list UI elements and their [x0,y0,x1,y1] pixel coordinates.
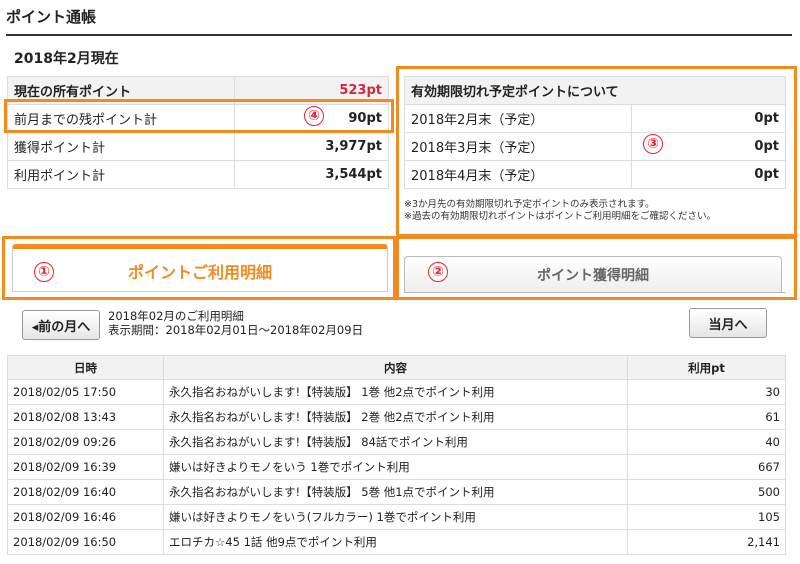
highlight-box-4 [4,99,394,133]
page-title: ポイント通帳 [6,8,97,26]
table-row: 2018/02/05 17:50 永久指名おねがいします!【特装版】 1巻 他2… [7,379,786,405]
row-content: 嫌いは好きよりモノをいう(フルカラー) 1巻でポイント利用 [163,504,628,530]
row-content: 永久指名おねがいします!【特装版】 2巻 他2点でポイント利用 [163,404,628,430]
annotation-badge-1: ① [34,262,54,282]
annotation-badge-2: ② [428,262,448,282]
column-header-date: 日時 [7,355,164,380]
summary-row-used: 利用ポイント計 3,544pt [7,160,389,189]
table-row: 2018/02/09 09:26 永久指名おねがいします!【特装版】 84話でポ… [7,429,786,455]
title-divider [6,34,792,36]
tab-label: ポイントご利用明細 [127,263,272,282]
row-points: 40 [627,429,786,455]
current-month-button[interactable]: 当月へ [689,308,767,338]
row-content: 嫌いは好きよりモノをいう 1巻でポイント利用 [163,454,628,480]
row-content: 永久指名おねがいします!【特装版】 5巻 他1点でポイント利用 [163,479,628,505]
prev-month-button[interactable]: ◂前の月へ [22,310,100,340]
period-info: 2018年02月のご利用明細 表示期間：2018年02月01日～2018年02月… [108,309,363,337]
period-range: 表示期間：2018年02月01日～2018年02月09日 [108,323,364,337]
tab-underline [404,292,786,293]
table-row: 2018/02/09 16:50 エロチカ☆45 1話 他9点でポイント利用 2… [7,529,786,555]
as-of-date: 2018年2月現在 [14,51,119,67]
row-points: 500 [627,479,786,505]
row-points: 61 [627,404,786,430]
column-header-points: 利用pt [627,355,786,380]
column-header-content: 内容 [163,355,628,380]
summary-label: 獲得ポイント計 [7,132,235,161]
table-row: 2018/02/09 16:46 嫌いは好きよりモノをいう(フルカラー) 1巻で… [7,504,786,530]
row-date: 2018/02/09 16:39 [7,454,164,480]
highlight-box-3 [396,66,797,237]
period-title: 2018年02月のご利用明細 [108,309,244,323]
summary-row-earned: 獲得ポイント計 3,977pt [7,132,389,161]
row-content: 永久指名おねがいします!【特装版】 1巻 他2点でポイント利用 [163,379,628,405]
summary-value: 3,544pt [234,160,389,189]
row-date: 2018/02/09 16:46 [7,504,164,530]
table-header-row: 日時 内容 利用pt [7,355,786,380]
row-points: 30 [627,379,786,405]
tab-label: ポイント獲得明細 [537,268,649,284]
row-date: 2018/02/09 16:40 [7,479,164,505]
row-points: 2,141 [627,529,786,555]
row-date: 2018/02/09 16:50 [7,529,164,555]
row-points: 667 [627,454,786,480]
table-row: 2018/02/08 13:43 永久指名おねがいします!【特装版】 2巻 他2… [7,404,786,430]
row-date: 2018/02/08 13:43 [7,404,164,430]
row-date: 2018/02/05 17:50 [7,379,164,405]
table-row: 2018/02/09 16:40 永久指名おねがいします!【特装版】 5巻 他1… [7,479,786,505]
summary-label: 利用ポイント計 [7,160,235,189]
tab-point-usage[interactable]: ポイントご利用明細 [12,244,388,292]
row-date: 2018/02/09 09:26 [7,429,164,455]
row-content: 永久指名おねがいします!【特装版】 84話でポイント利用 [163,429,628,455]
row-points: 105 [627,504,786,530]
summary-value: 3,977pt [234,132,389,161]
tab-point-earned[interactable]: ポイント獲得明細 [404,256,782,292]
annotation-badge-3: ③ [643,134,663,154]
annotation-badge-4: ④ [304,106,324,126]
row-content: エロチカ☆45 1話 他9点でポイント利用 [163,529,628,555]
table-row: 2018/02/09 16:39 嫌いは好きよりモノをいう 1巻でポイント利用 … [7,454,786,480]
usage-history-table: 日時 内容 利用pt 2018/02/05 17:50 永久指名おねがいします!… [7,355,786,555]
